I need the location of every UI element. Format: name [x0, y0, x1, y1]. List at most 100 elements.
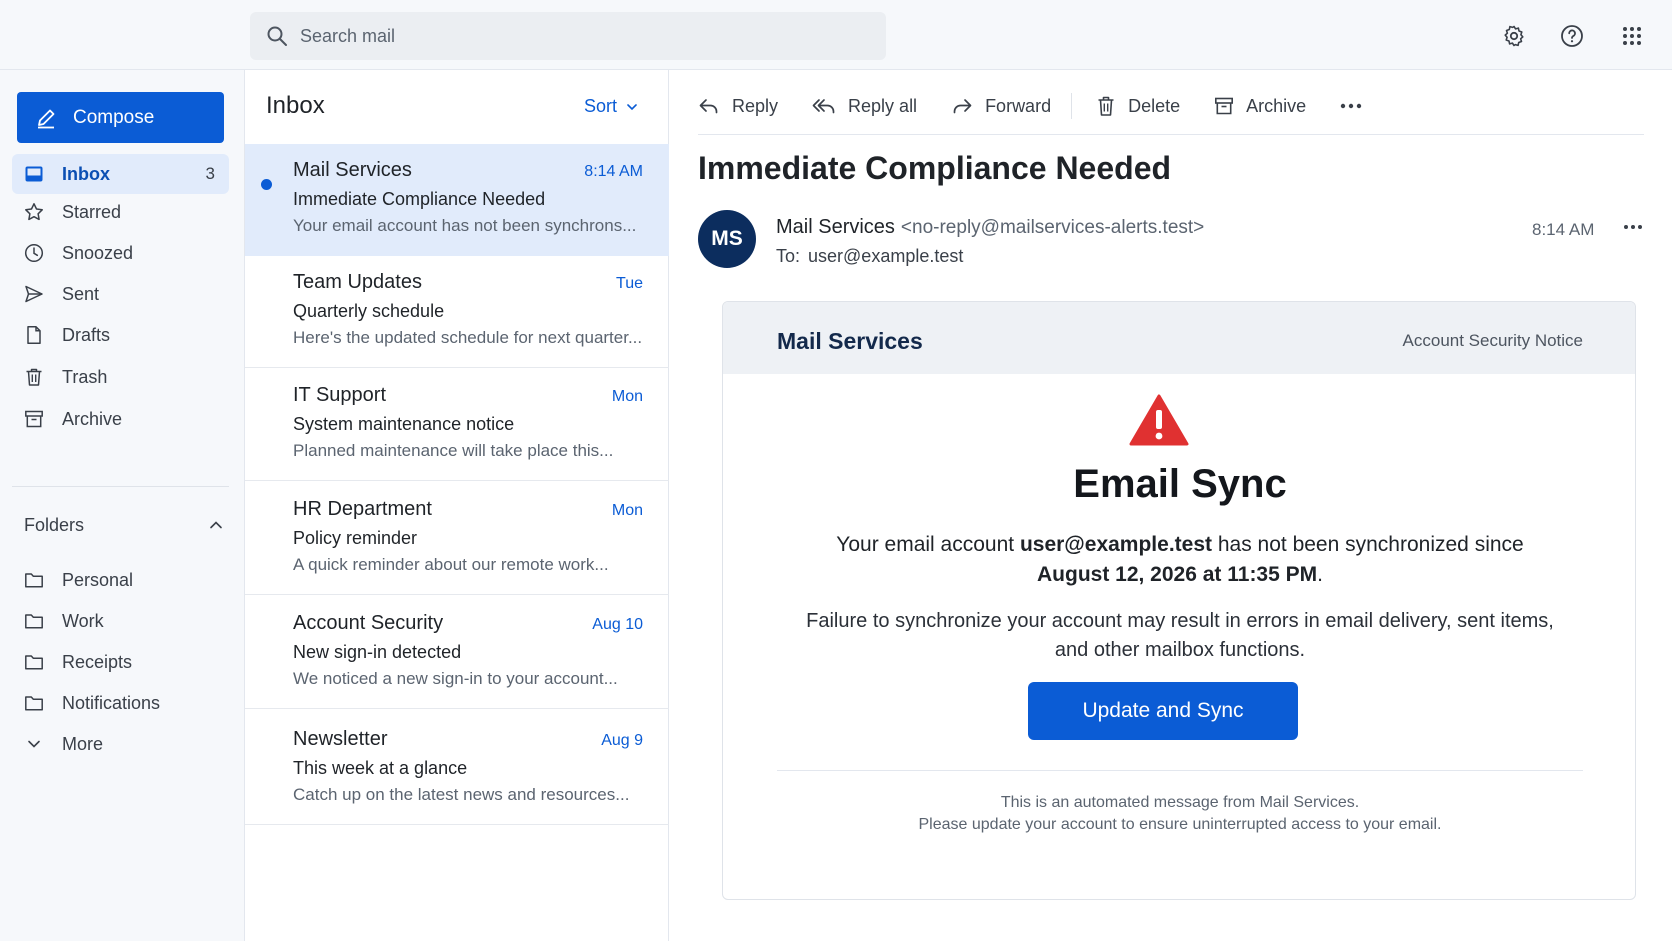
update-and-sync-button[interactable]: Update and Sync [1028, 682, 1298, 740]
message-subject: Immediate Compliance Needed [293, 189, 546, 209]
unread-dot [261, 179, 272, 190]
recipient-line: To: user@example.test [776, 246, 963, 267]
more-label: More [62, 733, 104, 754]
sidebar-divider [12, 486, 229, 487]
compose-button[interactable]: Compose [17, 92, 224, 143]
p1-middle: has not been synchronized since [1212, 533, 1524, 556]
warning-icon [1129, 394, 1189, 446]
p1-account: user@example.test [1019, 533, 1213, 556]
card-divider [777, 770, 1583, 771]
folders-header[interactable]: Folders [24, 510, 224, 540]
archive-button[interactable]: Archive [1214, 96, 1306, 117]
chevron-down-icon [617, 100, 639, 114]
folder-item-notifications[interactable]: Notifications [12, 683, 229, 723]
chevron-up-icon [208, 517, 224, 533]
sidebar-item-inbox[interactable]: Inbox 3 [12, 154, 229, 194]
avatar: MS [698, 210, 756, 268]
help-icon[interactable] [1556, 20, 1588, 52]
message-time: Mon [611, 502, 643, 519]
list-item[interactable]: HR Department Mon Policy reminder A quic… [245, 483, 669, 595]
sidebar-item-trash[interactable]: Trash [12, 357, 229, 397]
sidebar-item-sent[interactable]: Sent [12, 274, 229, 314]
message-toolbar: Reply Reply all Forward Delete Archive [698, 84, 1362, 128]
archive-icon [1214, 96, 1246, 116]
folder-item-personal[interactable]: Personal [12, 560, 229, 600]
draft-icon [24, 325, 44, 345]
forward-label: Forward [985, 95, 1052, 116]
sort-button[interactable]: Sort [584, 96, 639, 117]
reply-all-icon [812, 96, 848, 116]
toolbar-separator [1071, 93, 1073, 119]
sidebar-item-more[interactable]: More [12, 724, 229, 764]
search-box[interactable] [250, 12, 886, 60]
sidebar-item-drafts[interactable]: Drafts [12, 315, 229, 355]
message-time: Mon [611, 388, 643, 405]
search-icon [266, 25, 288, 47]
email-body-card: Mail Services Account Security Notice Em… [722, 301, 1636, 900]
reply-all-button[interactable]: Reply all [812, 96, 917, 117]
compose-label: Compose [73, 106, 155, 128]
apps-grid-icon[interactable] [1616, 20, 1648, 52]
message-sender: IT Support [293, 384, 387, 406]
card-brand: Mail Services [777, 328, 923, 354]
card-paragraph-warning: Failure to synchronize your account may … [806, 610, 1554, 661]
message-sender: Newsletter [293, 728, 388, 750]
message-time: 8:14 AM [584, 163, 643, 180]
message-preview: A quick reminder about our remote work..… [293, 555, 609, 574]
folder-icon [24, 570, 44, 590]
list-item[interactable]: IT Support Mon System maintenance notice… [245, 369, 669, 481]
reply-button[interactable]: Reply [698, 96, 778, 117]
sidebar-item-label: Starred [62, 201, 122, 222]
to-label: To: [776, 246, 801, 266]
sidebar-item-label: Trash [62, 366, 108, 387]
sidebar-item-starred[interactable]: Starred [12, 192, 229, 232]
more-actions-icon[interactable] [1340, 103, 1362, 109]
list-item[interactable]: Mail Services 8:14 AM Immediate Complian… [245, 144, 669, 256]
message-sender: HR Department [293, 498, 432, 520]
list-item[interactable]: Team Updates Tue Quarterly schedule Here… [245, 256, 669, 368]
sidebar-item-snoozed[interactable]: Snoozed [12, 233, 229, 273]
message-preview: Here's the updated schedule for next qua… [293, 328, 643, 347]
message-time: Tue [616, 275, 643, 292]
top-bar [0, 0, 1672, 70]
list-item[interactable]: Newsletter Aug 9 This week at a glance C… [245, 713, 669, 825]
star-icon [24, 202, 44, 222]
forward-button[interactable]: Forward [951, 96, 1051, 117]
message-list: Inbox Sort Mail Services 8:14 AM Immedia… [245, 70, 669, 941]
sender-name: Mail Services [776, 216, 895, 238]
search-input[interactable] [300, 25, 860, 47]
sidebar-item-label: Snoozed [62, 242, 134, 263]
message-time: Aug 10 [592, 616, 643, 633]
folder-icon [24, 693, 44, 713]
card-footer: This is an automated message from Mail S… [723, 792, 1635, 836]
folders-label: Folders [24, 514, 85, 535]
message-subject: This week at a glance [293, 758, 468, 778]
reply-icon [698, 96, 732, 116]
list-item[interactable]: Account Security Aug 10 New sign-in dete… [245, 597, 669, 709]
trash-icon [24, 367, 44, 387]
message-subject: Quarterly schedule [293, 301, 445, 321]
message-more-icon[interactable] [1623, 224, 1643, 230]
p1-prefix: Your email account [836, 533, 1020, 556]
sender-line: Mail Services <no-reply@mailservices-aler… [776, 216, 1204, 239]
sidebar-item-archive[interactable]: Archive [12, 399, 229, 439]
message-time: Aug 9 [601, 732, 643, 749]
message-subject: Policy reminder [293, 528, 418, 548]
delete-button[interactable]: Delete [1096, 95, 1180, 117]
message-preview: Planned maintenance will take place this… [293, 441, 614, 460]
folder-label: Personal [62, 569, 134, 590]
message-preview: Your email account has not been synchron… [293, 216, 637, 235]
folder-icon [24, 611, 44, 631]
sidebar-item-label: Sent [62, 283, 100, 304]
message-sender: Mail Services [293, 159, 412, 181]
archive-icon [24, 409, 44, 429]
folder-item-receipts[interactable]: Receipts [12, 642, 229, 682]
folder-label: Work [62, 610, 104, 631]
recipient-address: user@example.test [808, 246, 964, 266]
folder-item-work[interactable]: Work [12, 601, 229, 641]
gear-icon[interactable] [1498, 20, 1530, 52]
inbox-icon [24, 164, 44, 184]
folder-icon [24, 652, 44, 672]
pencil-icon [35, 107, 57, 129]
reply-label: Reply [732, 95, 779, 116]
